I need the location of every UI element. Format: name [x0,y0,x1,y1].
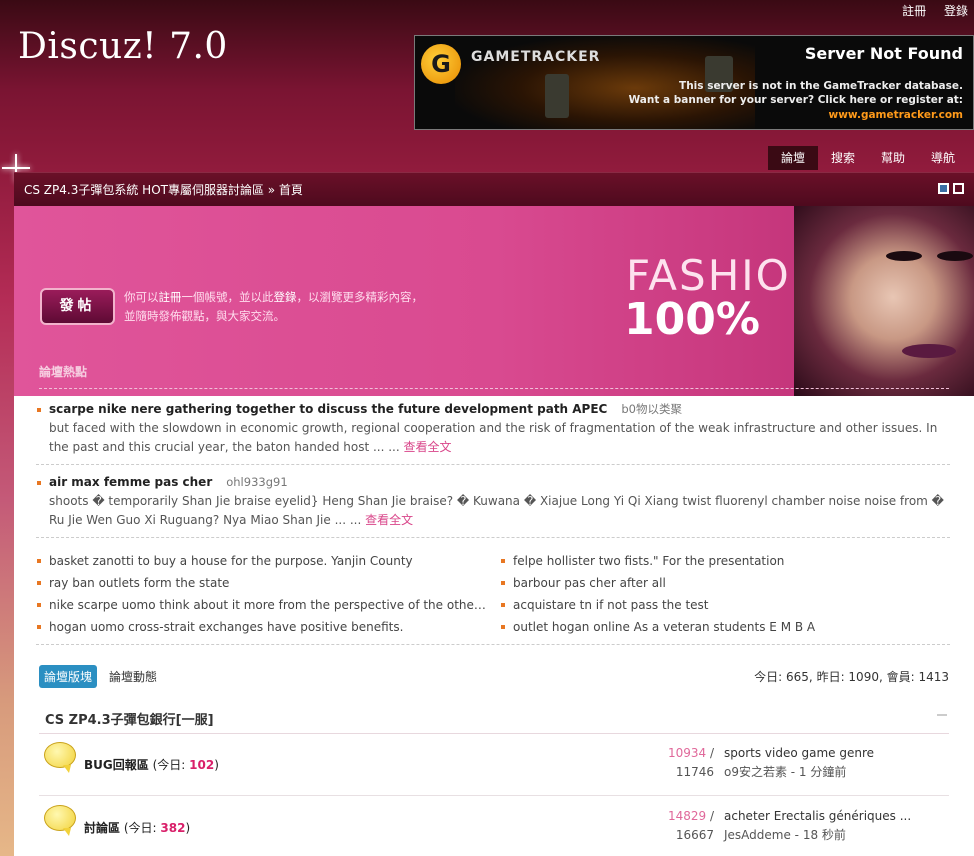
banner-brand: GAMETRACKER [471,49,601,65]
hot-link[interactable]: felpe hollister two fists." For the pres… [500,550,950,572]
new-post-button[interactable]: 發帖 [40,288,115,325]
last-post-title[interactable]: acheter Erectalis génériques ... [724,807,911,826]
banner-url[interactable]: www.gametracker.com [829,109,963,121]
forum-bubble-icon [44,805,76,836]
hot-thread-excerpt: but faced with the slowdown in economic … [49,421,938,454]
hot-thread-author[interactable]: b0物以类聚 [621,402,682,416]
today-close: ) [185,821,191,835]
forum-stats: 今日: 665, 昨日: 1090, 會員: 1413 [754,670,949,684]
hot-link[interactable]: ray ban outlets form the state [36,572,486,594]
top-links: 註冊 登錄 [888,2,968,19]
last-post: sports video game genre o9安之若素 - 1 分鐘前 [724,744,874,782]
model-eye [886,251,922,261]
register-link[interactable]: 註冊 [902,4,926,18]
hot-link[interactable]: basket zanotti to buy a house for the pu… [36,550,486,572]
thread-count: 14829 [667,809,707,823]
site-logo[interactable]: Discuz! 7.0 [18,26,228,67]
hot-link[interactable]: acquistare tn if not pass the test [500,594,950,616]
today-count: 102 [189,758,215,772]
read-more-link[interactable]: 查看全文 [404,440,452,454]
narrow-width-icon[interactable] [938,183,949,194]
forum-bubble-icon [44,742,76,773]
main-content: 發帖 你可以註冊一個帳號，並以此登錄，以瀏覽更多精彩內容，並隨時發佈觀點，與大家… [14,206,974,856]
main-nav: 論壇 搜索 幫助 導航 [767,146,968,170]
post-count: 11746 [675,765,714,779]
welcome-pre: 你可以 [124,290,159,304]
thread-count: 10934 [667,746,707,760]
welcome-mid: 一個帳號，並以此 [181,290,274,304]
login-link[interactable]: 登錄 [944,4,968,18]
last-post-author[interactable]: o9安之若素 - 1 分鐘前 [724,763,874,782]
tab-forum-activity[interactable]: 論壇動態 [109,668,157,685]
hot-link[interactable]: nike scarpe uomo think about it more fro… [36,594,486,616]
last-post-author[interactable]: JesAddeme - 18 秒前 [724,826,911,845]
hot-threads: scarpe nike nere gathering together to d… [36,400,950,546]
hot-thread: scarpe nike nere gathering together to d… [36,400,950,465]
welcome-text: 你可以註冊一個帳號，並以此登錄，以瀏覽更多精彩內容，並隨時發佈觀點，與大家交流。 [124,288,424,326]
banner-line2: Want a banner for your server? Click her… [628,94,963,106]
banner-line1: This server is not in the GameTracker da… [679,80,963,92]
model-eye [937,251,973,261]
forum-name-line: 討論區 (今日: 382) [84,819,190,836]
tab-forum-boards[interactable]: 論壇版塊 [39,665,98,688]
soldier-figure [545,74,569,118]
hot-thread: air max femme pas cher ohl933g91 shoots �… [36,473,950,538]
hero-banner: 發帖 你可以註冊一個帳號，並以此登錄，以瀏覽更多精彩內容，並隨時發佈觀點，與大家… [14,206,974,396]
today-label: (今日: [123,821,161,835]
hot-thread-excerpt: shoots � temporarily Shan Jie braise eye… [49,494,944,527]
last-post-title[interactable]: sports video game genre [724,744,874,763]
forum-name[interactable]: 討論區 [84,821,120,835]
forum-group-title[interactable]: CS ZP4.3子彈包銀行[一服] [45,709,214,728]
view-switch [938,183,964,194]
breadcrumb[interactable]: CS ZP4.3子彈包系統 HOT專屬伺服器討論區 » 首頁 [24,181,303,198]
read-more-link[interactable]: 查看全文 [365,513,413,527]
forum-name-line: BUG回報區 (今日: 102) [84,756,219,773]
forum-row: BUG回報區 (今日: 102) 10934 / 11746 sports vi… [39,734,949,796]
wide-width-icon[interactable] [953,183,964,194]
welcome-register-link[interactable]: 註冊 [159,290,182,304]
last-post: acheter Erectalis génériques ... JesAdde… [724,807,911,845]
hot-thread-title[interactable]: air max femme pas cher [49,475,212,489]
hot-link[interactable]: outlet hogan online As a veteran student… [500,616,950,638]
count-separator: / [709,746,714,760]
hot-link[interactable]: hogan uomo cross-strait exchanges have p… [36,616,486,638]
forum-counts: 10934 / 11746 [644,744,714,782]
breadcrumb-bar: CS ZP4.3子彈包系統 HOT專屬伺服器討論區 » 首頁 [14,172,974,206]
forum-group-header: CS ZP4.3子彈包銀行[一服] [39,700,949,734]
count-separator: / [709,809,714,823]
nav-search[interactable]: 搜索 [818,146,868,170]
forum-name[interactable]: BUG回報區 [84,758,149,772]
gametracker-logo-icon: G [421,44,461,84]
nav-help[interactable]: 幫助 [868,146,918,170]
forum-tabs: 論壇版塊 論壇動態 [39,665,157,688]
forum-counts: 14829 / 16667 [644,807,714,845]
today-count: 382 [160,821,186,835]
gametracker-banner[interactable]: G GAMETRACKER Server Not Found This serv… [414,35,974,130]
fashion-percent: 100% [624,294,760,345]
divider [36,644,950,645]
divider [39,388,949,389]
today-close: ) [214,758,219,772]
hot-link[interactable]: barbour pas cher after all [500,572,950,594]
hot-link-list: basket zanotti to buy a house for the pu… [36,550,950,638]
hot-thread-title[interactable]: scarpe nike nere gathering together to d… [49,402,607,416]
nav-navigation[interactable]: 導航 [918,146,968,170]
model-face-image [794,206,974,396]
model-lips [902,344,956,358]
forum-row: 討論區 (今日: 382) 14829 / 16667 acheter Erec… [39,797,949,856]
today-label: (今日: [152,758,190,772]
nav-forum[interactable]: 論壇 [767,146,818,170]
hot-section-title: 論壇熱點 [39,365,88,379]
post-count: 16667 [675,828,714,842]
banner-title: Server Not Found [804,44,963,63]
welcome-login-link[interactable]: 登錄 [274,290,297,304]
collapse-icon[interactable] [937,714,947,716]
hot-thread-author[interactable]: ohl933g91 [226,475,287,489]
